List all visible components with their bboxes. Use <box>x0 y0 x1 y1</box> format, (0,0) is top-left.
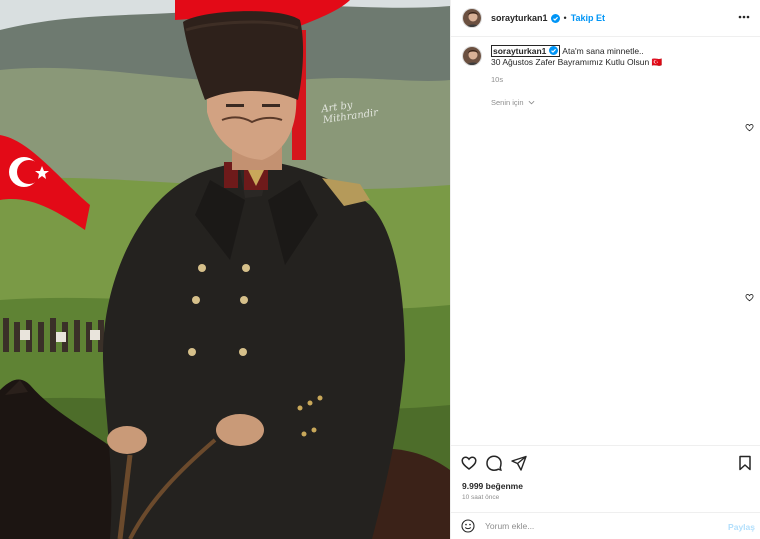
header-username[interactable]: sorayturkan1 <box>491 13 548 23</box>
instagram-post: Art by Mithrandir sorayturkan1 • Takip E… <box>0 0 760 539</box>
share-icon[interactable] <box>511 455 527 471</box>
comment-input[interactable] <box>485 518 715 534</box>
caption-body: sorayturkan1 Ata'm sana minnetle.. 30 Ağ… <box>491 45 663 85</box>
caption-username[interactable]: sorayturkan1 <box>491 45 561 57</box>
see-translation-button[interactable]: Senin için <box>491 98 535 107</box>
avatar-image <box>463 9 481 27</box>
post-illustration <box>0 0 450 539</box>
like-comment-heart-icon[interactable] <box>745 293 754 302</box>
action-bar <box>461 455 753 473</box>
chevron-down-icon <box>528 100 535 105</box>
emoji-icon[interactable] <box>461 519 475 533</box>
follow-button[interactable]: Takip Et <box>571 13 605 23</box>
like-count[interactable]: 9.999 beğenme <box>462 481 523 491</box>
caption-timestamp[interactable]: 10s <box>491 74 662 85</box>
caption-avatar[interactable] <box>462 46 482 66</box>
translate-label: Senin için <box>491 98 524 107</box>
comment-icon[interactable] <box>486 455 502 471</box>
post-timestamp[interactable]: 10 saat önce <box>462 494 499 501</box>
separator-dot: • <box>563 13 567 23</box>
verified-badge-icon <box>550 13 560 23</box>
caption-line-2: 30 Ağustos Zafer Bayramımız Kutlu Olsun … <box>491 57 663 67</box>
post-side-panel: sorayturkan1 • Takip Et sorayturkan1 Ata… <box>450 0 760 539</box>
post-header: sorayturkan1 • Takip Et <box>451 0 760 37</box>
caption-username-text: sorayturkan1 <box>493 46 547 56</box>
post-actions <box>451 445 760 471</box>
comment-form: Paylaş <box>451 512 760 539</box>
like-comment-heart-icon[interactable] <box>745 123 754 132</box>
verified-badge-icon <box>549 46 559 55</box>
post-comment-button[interactable]: Paylaş <box>728 522 755 532</box>
heart-icon[interactable] <box>461 455 477 471</box>
post-image[interactable]: Art by Mithrandir <box>0 0 450 539</box>
post-caption: sorayturkan1 Ata'm sana minnetle.. 30 Ağ… <box>462 45 752 85</box>
caption-line-1: Ata'm sana minnetle.. <box>562 46 644 56</box>
avatar-image <box>463 47 481 65</box>
avatar[interactable] <box>462 8 482 28</box>
more-options-icon[interactable] <box>737 10 751 24</box>
bookmark-icon[interactable] <box>737 455 753 471</box>
